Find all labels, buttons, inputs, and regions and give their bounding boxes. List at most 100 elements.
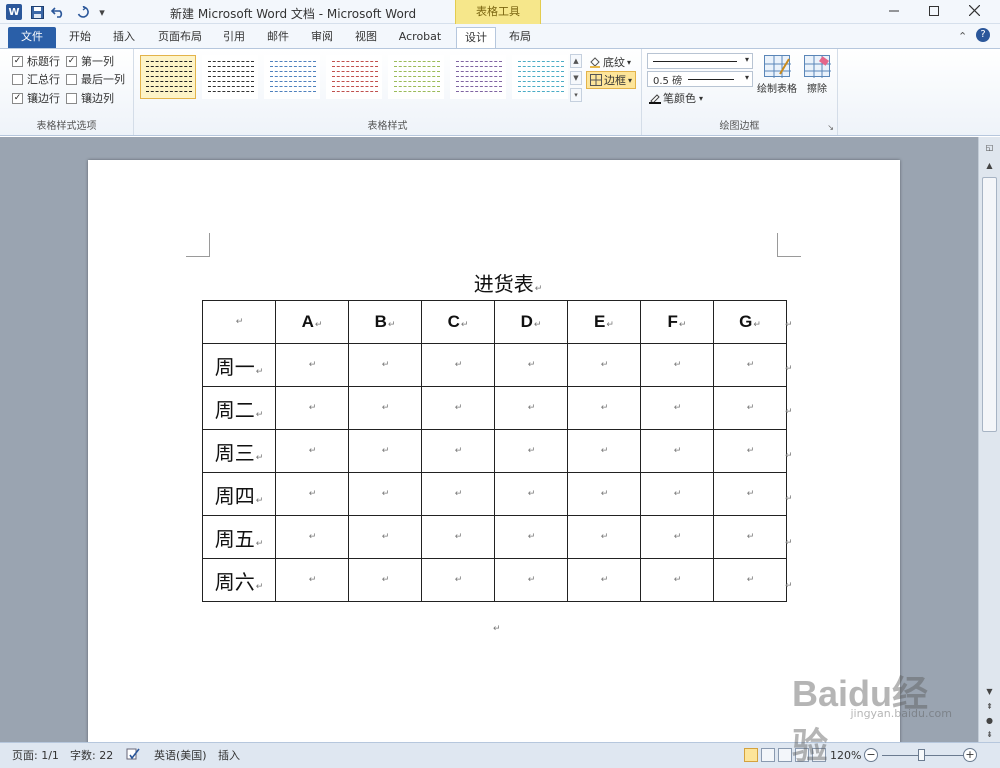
table-cell[interactable]: C↵ (421, 300, 495, 344)
table-cell[interactable]: 周六↵ (202, 558, 276, 602)
gallery-more-icon[interactable]: ▾ (570, 88, 582, 102)
first-column-option[interactable]: ✓ 第一列 (66, 53, 114, 69)
table-cell[interactable]: ↵ (494, 343, 568, 387)
table-cell[interactable]: ↵ (421, 558, 495, 602)
table-style-swatch[interactable] (512, 55, 568, 99)
table-cell[interactable]: ↵ (421, 472, 495, 516)
table-cell[interactable]: ↵ (713, 558, 787, 602)
checkbox-checked-icon[interactable]: ✓ (12, 92, 23, 104)
tab-view[interactable]: 视图 (346, 27, 386, 48)
document-page[interactable]: 进货表↵ ↵ A↵ B↵ C↵ D↵ E↵ F↵ G↵ 周一↵ ↵ ↵ ↵ ↵ ↵ ↵ ↵ 周二↵ ↵ ↵ ↵ ↵ ↵ ↵ ↵… (88, 160, 900, 742)
table-cell[interactable]: ↵ (640, 386, 714, 430)
table-style-swatch[interactable] (140, 55, 196, 99)
checkbox-unchecked-icon[interactable] (12, 73, 23, 85)
browse-object-icon[interactable]: ● (982, 714, 997, 728)
table-cell[interactable]: ↵ (275, 558, 349, 602)
table-cell[interactable]: ↵ (640, 343, 714, 387)
tab-home[interactable]: 开始 (58, 27, 102, 48)
table-cell[interactable]: ↵ (202, 300, 276, 344)
table-cell[interactable]: ↵ (713, 343, 787, 387)
ribbon-collapse-icon[interactable]: ⌃ (958, 30, 967, 43)
table-cell[interactable]: ↵ (494, 515, 568, 559)
save-icon[interactable] (30, 3, 44, 21)
redo-icon[interactable] (76, 3, 90, 21)
table-cell[interactable]: ↵ (275, 429, 349, 473)
table-style-swatch[interactable] (326, 55, 382, 99)
line-style-dropdown[interactable]: ▾ (647, 53, 753, 69)
table-cell[interactable]: E↵ (567, 300, 641, 344)
banded-columns-option[interactable]: 镶边列 (66, 90, 114, 106)
table-style-swatch[interactable] (202, 55, 258, 99)
table-cell[interactable]: ↵ (494, 558, 568, 602)
pen-color-button[interactable]: 笔颜色 ▾ (646, 89, 706, 107)
table-cell[interactable]: ↵ (640, 558, 714, 602)
table-cell[interactable]: ↵ (713, 515, 787, 559)
table-cell[interactable]: 周四↵ (202, 472, 276, 516)
checkbox-unchecked-icon[interactable] (66, 73, 77, 85)
table-style-swatch[interactable] (264, 55, 320, 99)
scroll-down-icon[interactable]: ▼ (982, 685, 997, 699)
total-row-option[interactable]: 汇总行 (12, 71, 60, 87)
table-style-swatch[interactable] (388, 55, 444, 99)
print-layout-view-icon[interactable] (744, 748, 758, 762)
word-count[interactable]: 字数: 22 (70, 747, 113, 765)
table-cell[interactable]: A↵ (275, 300, 349, 344)
gallery-up-icon[interactable]: ▲ (570, 54, 582, 68)
banded-rows-option[interactable]: ✓ 镶边行 (12, 90, 60, 106)
table-cell[interactable]: ↵ (640, 515, 714, 559)
full-screen-reading-view-icon[interactable] (761, 748, 775, 762)
customize-qat-icon[interactable]: ▾ (96, 3, 108, 21)
table-cell[interactable]: ↵ (567, 343, 641, 387)
table-cell[interactable]: ↵ (713, 429, 787, 473)
undo-icon[interactable] (50, 3, 68, 21)
table-cell[interactable]: ↵ (713, 386, 787, 430)
zoom-in-icon[interactable]: + (963, 748, 977, 762)
scroll-up-icon[interactable]: ▲ (982, 159, 997, 173)
table-cell[interactable]: ↵ (275, 515, 349, 559)
table-cell[interactable]: ↵ (567, 429, 641, 473)
header-row-option[interactable]: ✓ 标题行 (12, 53, 60, 69)
table-cell[interactable]: ↵ (421, 515, 495, 559)
proofing-icon[interactable] (126, 747, 140, 765)
scroll-thumb[interactable] (982, 177, 997, 432)
table-cell[interactable]: ↵ (275, 472, 349, 516)
tab-mailings[interactable]: 邮件 (258, 27, 298, 48)
table-cell[interactable]: ↵ (275, 343, 349, 387)
tab-references[interactable]: 引用 (214, 27, 254, 48)
table-cell[interactable]: ↵ (421, 429, 495, 473)
table-cell[interactable]: ↵ (348, 558, 422, 602)
checkbox-checked-icon[interactable]: ✓ (66, 55, 77, 67)
table-cell[interactable]: ↵ (348, 386, 422, 430)
table-cell[interactable]: ↵ (567, 515, 641, 559)
table-cell[interactable]: 周五↵ (202, 515, 276, 559)
table-cell[interactable]: ↵ (494, 429, 568, 473)
next-page-icon[interactable]: ⇟ (982, 728, 997, 742)
tab-table-layout[interactable]: 布局 (500, 27, 540, 48)
minimize-button[interactable] (874, 0, 914, 24)
table-cell[interactable]: ↵ (348, 343, 422, 387)
table-style-swatch[interactable] (450, 55, 506, 99)
table-cell[interactable]: 周三↵ (202, 429, 276, 473)
table-cell[interactable]: ↵ (567, 472, 641, 516)
table-cell[interactable]: ↵ (348, 429, 422, 473)
tab-insert[interactable]: 插入 (104, 27, 144, 48)
table-cell[interactable]: ↵ (494, 472, 568, 516)
table-cell[interactable]: 周一↵ (202, 343, 276, 387)
shading-button[interactable]: 底纹 ▾ (586, 53, 634, 71)
table-cell[interactable]: ↵ (421, 386, 495, 430)
tab-table-design[interactable]: 设计 (456, 27, 496, 48)
table-cell[interactable]: B↵ (348, 300, 422, 344)
tab-acrobat[interactable]: Acrobat (390, 27, 450, 48)
checkbox-checked-icon[interactable]: ✓ (12, 55, 23, 67)
ruler-toggle-icon[interactable]: ◱ (982, 141, 997, 155)
borders-button[interactable]: 边框 ▾ (586, 71, 637, 89)
table-cell[interactable]: ↵ (275, 386, 349, 430)
tab-file[interactable]: 文件 (8, 27, 56, 48)
table-cell[interactable]: ↵ (640, 429, 714, 473)
dialog-launcher-icon[interactable]: ↘ (827, 123, 834, 132)
last-column-option[interactable]: 最后一列 (66, 71, 125, 87)
maximize-button[interactable] (914, 0, 954, 24)
table-cell[interactable]: D↵ (494, 300, 568, 344)
table-cell[interactable]: ↵ (348, 515, 422, 559)
close-button[interactable] (954, 0, 994, 24)
